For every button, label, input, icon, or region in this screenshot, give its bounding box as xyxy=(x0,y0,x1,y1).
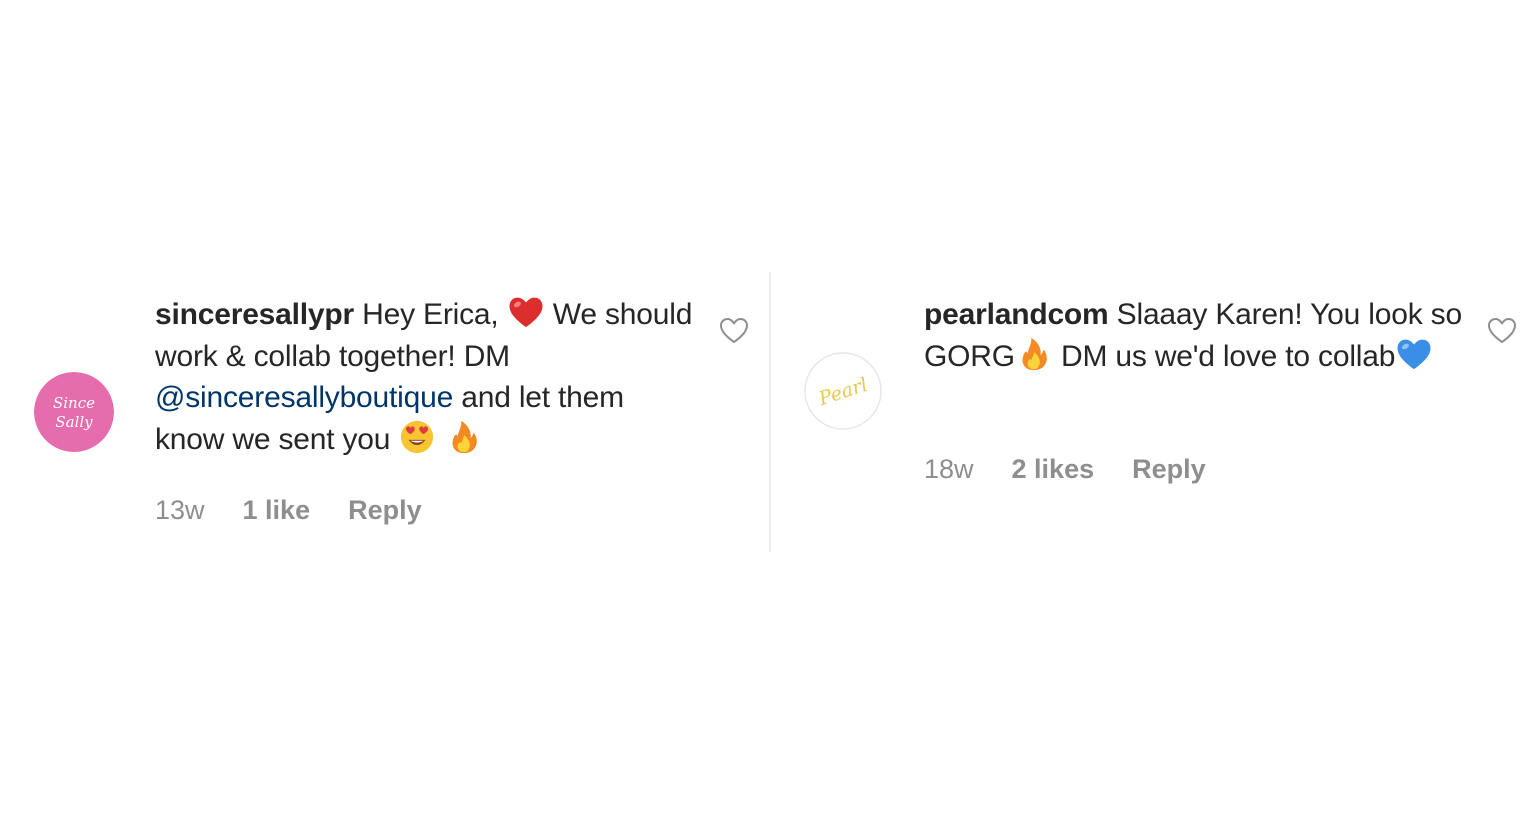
comment-divider xyxy=(769,272,771,552)
heart-outline-icon[interactable] xyxy=(719,317,749,345)
username-link[interactable]: pearlandcom xyxy=(924,298,1109,331)
avatar-image: Since Sally xyxy=(34,372,114,452)
comment-text-part: DM us we'd love to collab xyxy=(1061,339,1396,373)
comment-likes-count[interactable]: 2 likes xyxy=(1012,454,1095,485)
reply-button[interactable]: Reply xyxy=(348,495,422,526)
heart-eyes-face-emoji-icon xyxy=(398,419,436,455)
comment-timestamp[interactable]: 18w xyxy=(924,454,974,485)
avatar-logo-line2: Sally xyxy=(55,413,93,431)
comment-meta: 13w 1 like Reply xyxy=(155,495,422,526)
comment-text-part: Hey Erica, xyxy=(362,298,499,331)
blue-heart-emoji-icon xyxy=(1395,336,1433,372)
fire-emoji-icon xyxy=(1015,336,1053,372)
fire-emoji-icon xyxy=(445,419,483,455)
avatar[interactable]: Pearl xyxy=(804,352,882,430)
comment-meta: 18w 2 likes Reply xyxy=(924,454,1206,485)
red-heart-emoji-icon xyxy=(507,294,545,330)
comment-body: pearlandcom Slaaay Karen! You look so GO… xyxy=(924,294,1464,377)
username-link[interactable]: sinceresallypr xyxy=(155,298,354,331)
avatar-logo-line1: Since xyxy=(53,394,95,412)
heart-outline-icon[interactable] xyxy=(1487,317,1517,345)
avatar[interactable]: Since Sally xyxy=(34,372,114,452)
avatar-image: Pearl xyxy=(804,352,882,430)
reply-button[interactable]: Reply xyxy=(1132,454,1206,485)
mention-link[interactable]: @sinceresallyboutique xyxy=(155,381,453,414)
comment-body: sinceresallypr Hey Erica, We should work… xyxy=(155,294,700,460)
comment-timestamp[interactable]: 13w xyxy=(155,495,205,526)
comment-likes-count[interactable]: 1 like xyxy=(243,495,311,526)
